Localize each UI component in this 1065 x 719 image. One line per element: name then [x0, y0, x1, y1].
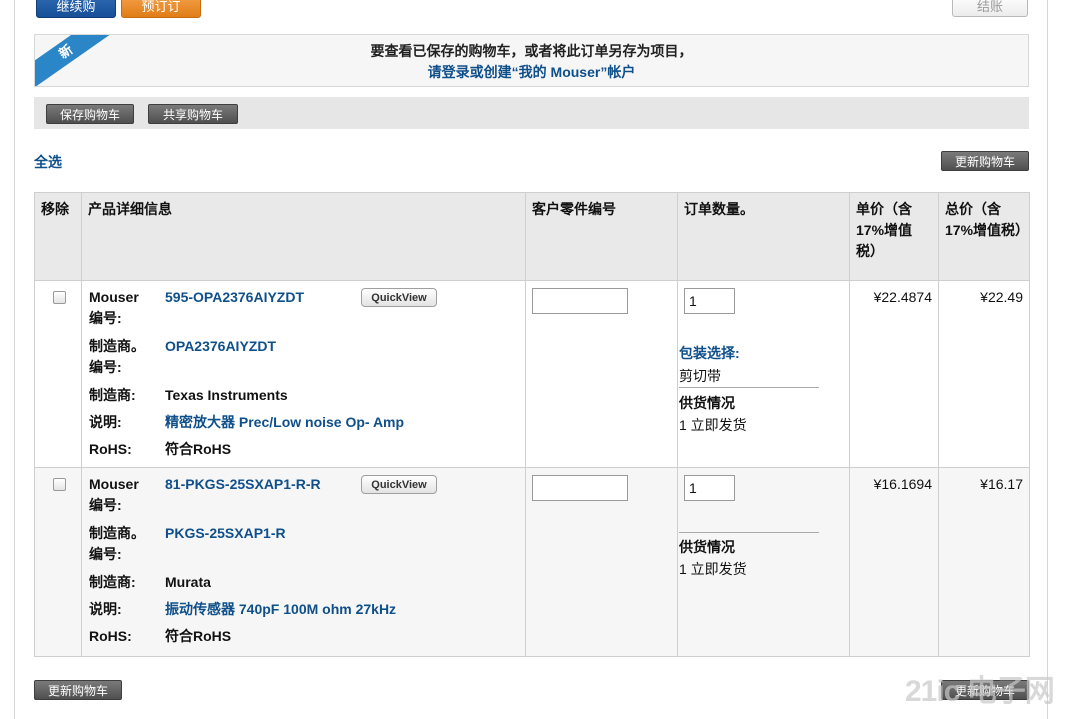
remove-checkbox[interactable]: [53, 291, 66, 304]
page-border-left: [14, 0, 15, 719]
header-customer-part: 客户零件编号: [525, 192, 678, 281]
customer-part-cell: [525, 467, 678, 657]
availability-value: 1 立即发货: [679, 561, 747, 577]
save-cart-button[interactable]: 保存购物车: [46, 104, 134, 124]
header-unit-price: 单价（含17%增值税）: [849, 192, 939, 281]
table-header-row: 移除 产品详细信息 客户零件编号 订单数量。 单价（含17%增值税） 总价（含1…: [34, 192, 1030, 281]
customer-part-cell: [525, 280, 678, 468]
manufacturer-value: Murata: [165, 574, 211, 590]
page-border-right: [1047, 0, 1048, 719]
details-cell: Mouser编号: 595-OPA2376AIYZDT QuickView 制造…: [81, 280, 526, 468]
quantity-input[interactable]: 1: [684, 475, 735, 501]
checkout-button[interactable]: 结账: [952, 0, 1028, 17]
mfr-no-link[interactable]: OPA2376AIYZDT: [165, 336, 276, 357]
customer-part-input[interactable]: [532, 288, 628, 314]
description-label: 说明:: [89, 601, 122, 617]
packaging-value: 剪切带: [679, 368, 721, 384]
notice-text: 要查看已保存的购物车，或者将此订单另存为项目，: [370, 43, 693, 59]
mouser-no-link[interactable]: 595-OPA2376AIYZDT: [165, 287, 304, 308]
mfr-no-label: 制造商。编号:: [89, 525, 145, 562]
divider: [679, 532, 819, 533]
remove-checkbox[interactable]: [53, 478, 66, 491]
manufacturer-value: Texas Instruments: [165, 387, 288, 403]
rohs-label: RoHS:: [89, 441, 132, 457]
qty-cell: 1 包装选择: 剪切带 供货情况 1 立即发货: [677, 280, 850, 468]
login-notice: 新 要查看已保存的购物车，或者将此订单另存为项目， 请登录或创建“我的 Mous…: [34, 34, 1029, 87]
remove-cell: [34, 280, 82, 468]
manufacturer-label: 制造商:: [89, 387, 136, 403]
site-watermark: 21ic 电子网: [905, 675, 1055, 708]
total-price: ¥22.49: [938, 280, 1030, 468]
rohs-value: 符合RoHS: [165, 628, 232, 644]
unit-price: ¥16.1694: [849, 467, 939, 657]
manufacturer-label: 制造商:: [89, 574, 136, 590]
quickview-button[interactable]: QuickView: [361, 475, 437, 494]
total-price: ¥16.17: [938, 467, 1030, 657]
header-details: 产品详细信息: [81, 192, 526, 281]
header-total-price: 总价（含17%增值税）: [938, 192, 1030, 281]
header-order-qty: 订单数量。: [677, 192, 850, 281]
rohs-value: 符合RoHS: [165, 441, 232, 457]
packaging-label[interactable]: 包装选择:: [679, 343, 740, 363]
mouser-no-label: Mouser编号:: [89, 476, 139, 513]
details-cell: Mouser编号: 81-PKGS-25SXAP1-R-R QuickView …: [81, 467, 526, 657]
availability-value: 1 立即发货: [679, 417, 747, 433]
rohs-label: RoHS:: [89, 628, 132, 644]
table-row: Mouser编号: 595-OPA2376AIYZDT QuickView 制造…: [34, 280, 1030, 468]
quantity-input[interactable]: 1: [684, 288, 735, 314]
update-cart-button-bottom-left[interactable]: 更新购物车: [34, 680, 122, 700]
availability-label: 供货情况: [679, 539, 735, 555]
update-cart-button-top[interactable]: 更新购物车: [941, 151, 1029, 171]
mouser-no-label: Mouser编号:: [89, 289, 139, 326]
qty-cell: 1 供货情况 1 立即发货: [677, 467, 850, 657]
customer-part-input[interactable]: [532, 475, 628, 501]
mfr-no-link[interactable]: PKGS-25SXAP1-R: [165, 523, 286, 544]
cart-table: 移除 产品详细信息 客户零件编号 订单数量。 单价（含17%增值税） 总价（含1…: [34, 192, 1030, 657]
table-row: Mouser编号: 81-PKGS-25SXAP1-R-R QuickView …: [34, 467, 1030, 657]
description-link[interactable]: 振动传感器 740pF 100M ohm 27kHz: [165, 599, 396, 620]
share-cart-button[interactable]: 共享购物车: [148, 104, 238, 124]
login-link[interactable]: 请登录或创建“我的 Mouser”帐户: [35, 62, 1028, 82]
remove-cell: [34, 467, 82, 657]
select-all-link[interactable]: 全选: [34, 152, 62, 172]
unit-price: ¥22.4874: [849, 280, 939, 468]
availability-label: 供货情况: [679, 395, 735, 411]
mfr-no-label: 制造商。编号:: [89, 338, 145, 375]
pre-order-button[interactable]: 预订订单: [121, 0, 201, 38]
description-link[interactable]: 精密放大器 Prec/Low noise Op- Amp: [165, 412, 404, 433]
divider: [679, 387, 819, 388]
continue-shopping-button[interactable]: 继续购物: [36, 0, 116, 38]
description-label: 说明:: [89, 414, 122, 430]
header-remove: 移除: [34, 192, 82, 281]
mouser-no-link[interactable]: 81-PKGS-25SXAP1-R-R: [165, 474, 321, 495]
quickview-button[interactable]: QuickView: [361, 288, 437, 307]
cart-toolbar: 保存购物车 共享购物车: [34, 97, 1029, 129]
